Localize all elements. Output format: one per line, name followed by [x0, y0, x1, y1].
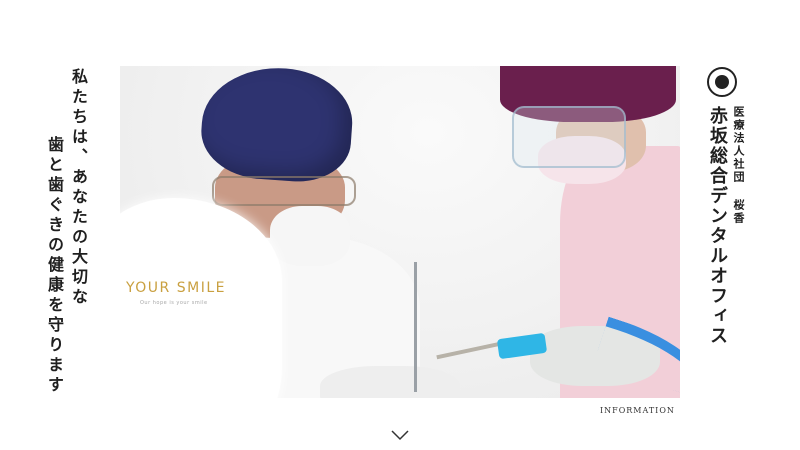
dental-instrument	[414, 262, 417, 392]
logo-main-text: YOUR SMILE	[126, 280, 226, 296]
hero-image: YOUR SMILE Our hope is your smile	[120, 66, 680, 398]
dentist-mask	[270, 206, 350, 266]
corporation-name: 医療法人社団 桜香	[732, 106, 745, 225]
your-smile-logo: YOUR SMILE Our hope is your smile	[126, 280, 276, 306]
chevron-down-icon[interactable]	[390, 428, 410, 442]
dentist-hands	[320, 366, 460, 398]
clinic-emblem-icon[interactable]	[707, 67, 737, 97]
information-link[interactable]: INFORMATION	[600, 406, 675, 415]
clinic-name[interactable]: 赤坂総合デンタルオフィス	[704, 106, 730, 346]
dentist-glasses	[212, 176, 356, 206]
logo-sub-text: Our hope is your smile	[140, 300, 208, 306]
tagline-line-1: 私たちは、あなたの大切な	[69, 68, 88, 308]
assistant-visor	[512, 106, 626, 168]
tagline-line-2: 歯と歯ぐきの健康を守ります	[45, 136, 64, 396]
